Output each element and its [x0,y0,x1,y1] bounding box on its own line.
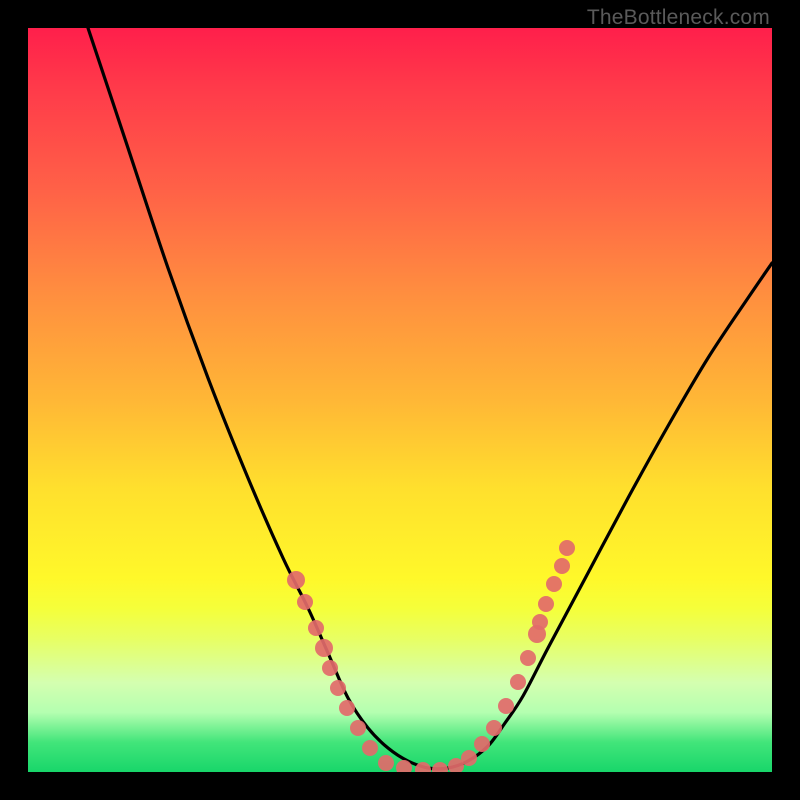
data-point [510,674,526,690]
data-point [330,680,346,696]
data-point [308,620,324,636]
data-point [559,540,575,556]
data-point [474,736,490,752]
data-point [287,571,305,589]
data-point [486,720,502,736]
data-point [297,594,313,610]
data-point [532,614,548,630]
data-point [520,650,536,666]
data-point [315,639,333,657]
bottleneck-curve [88,28,772,769]
chart-frame: TheBottleneck.com [0,0,800,800]
data-point [432,762,448,772]
data-point [498,698,514,714]
data-point [322,660,338,676]
plot-area [28,28,772,772]
data-point [362,740,378,756]
chart-svg [28,28,772,772]
data-point [378,755,394,771]
data-point [538,596,554,612]
data-point [461,750,477,766]
data-point [350,720,366,736]
data-point [554,558,570,574]
attribution-text: TheBottleneck.com [587,6,770,30]
data-point [339,700,355,716]
curve-layer [88,28,772,769]
data-point [546,576,562,592]
